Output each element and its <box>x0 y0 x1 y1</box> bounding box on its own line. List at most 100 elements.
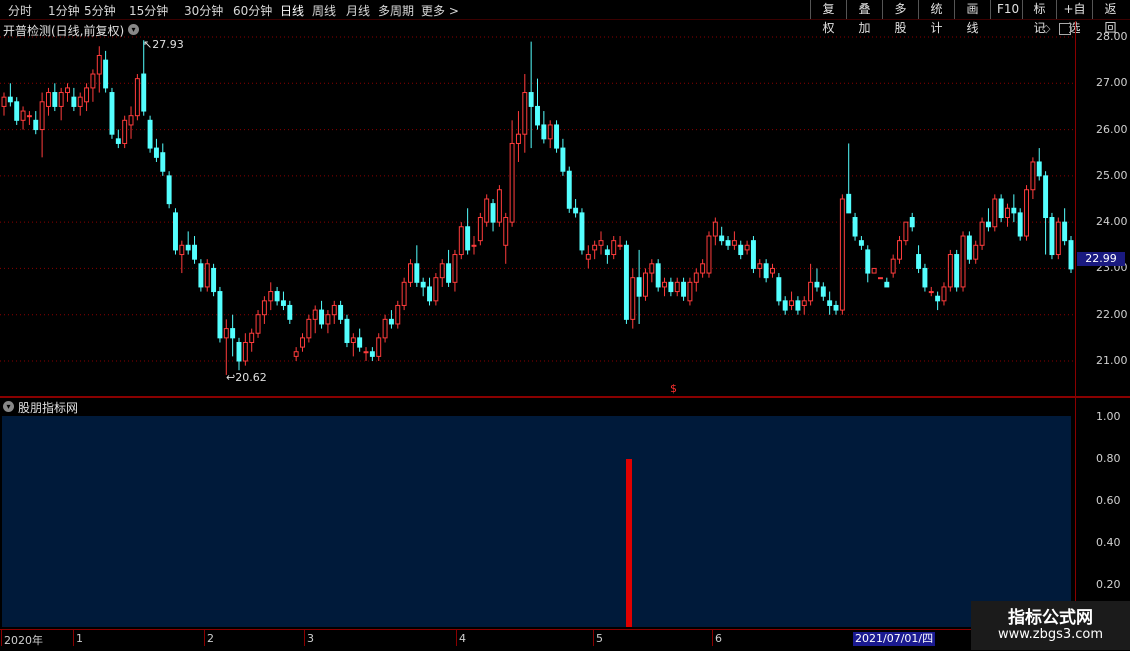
candle-body <box>1043 175 1049 219</box>
candle-body <box>408 263 413 283</box>
price-axis-label: 26.00 <box>1096 122 1128 136</box>
candle-body <box>814 281 820 288</box>
candle-body <box>439 263 445 279</box>
candle-body <box>839 198 845 311</box>
candle-body <box>611 240 617 256</box>
candle-body <box>71 96 77 107</box>
toolbar-button-1[interactable]: 叠加 <box>846 0 882 35</box>
candle-body <box>306 318 312 339</box>
candle-body <box>103 59 109 89</box>
signal-marker: $ <box>670 382 677 395</box>
period-tab-7[interactable]: 周线 <box>312 2 336 19</box>
indicator-options-chevron-icon[interactable]: ▾ <box>3 401 14 412</box>
candle-body <box>655 263 661 288</box>
toolbar-button-8[interactable]: 返回 <box>1092 0 1128 35</box>
period-tab-9[interactable]: 多周期 <box>378 2 414 19</box>
candle-body <box>941 286 947 302</box>
period-tab-1[interactable]: 1分钟 <box>48 2 80 19</box>
candle-body <box>573 207 579 214</box>
date-label: 2020年 <box>4 634 43 647</box>
date-tick <box>593 630 594 646</box>
period-tab-2[interactable]: 5分钟 <box>84 2 116 19</box>
candle-body <box>846 193 852 214</box>
cursor-date: 2021/07/01/四 <box>853 632 936 646</box>
indicator-axis-label: 0.80 <box>1096 452 1121 465</box>
candle-body <box>312 309 318 320</box>
toolbar-button-5[interactable]: F10 <box>990 0 1022 19</box>
candle-body <box>458 226 464 256</box>
period-tab-0[interactable]: 分时 <box>8 2 32 19</box>
indicator-title: 股朋指标网 <box>18 401 79 415</box>
period-tab-10[interactable]: 更多 > <box>421 2 459 19</box>
candle-body <box>979 221 985 246</box>
candle-body <box>528 92 534 107</box>
toolbar-button-3[interactable]: 统计 <box>918 0 954 35</box>
candle-body <box>344 318 350 343</box>
candle-body <box>230 328 236 339</box>
candle-body <box>319 309 325 325</box>
candle-body <box>1017 212 1023 237</box>
candle-body <box>973 244 979 260</box>
candle-body <box>827 300 833 306</box>
indicator-panel <box>2 416 1071 627</box>
toolbar-button-6[interactable]: 标记 <box>1022 0 1056 35</box>
candle-body <box>204 263 210 288</box>
candle-body <box>26 115 32 118</box>
candle-body <box>617 244 623 247</box>
date-label: 5 <box>596 632 603 645</box>
period-tab-6[interactable]: 日线 <box>280 2 304 19</box>
candle-body <box>693 272 699 283</box>
candle-body <box>236 341 242 362</box>
candle-body <box>198 263 204 288</box>
candle-body <box>1030 161 1036 191</box>
toolbar-button-2[interactable]: 多股 <box>882 0 918 35</box>
price-axis-label: 28.00 <box>1096 30 1128 43</box>
watermark-url: www.zbgs3.com <box>997 627 1104 642</box>
last-price-tag: 22.99 <box>1077 252 1125 266</box>
candle-body <box>446 263 452 283</box>
period-tab-3[interactable]: 15分钟 <box>129 2 168 19</box>
high-annotation-value: 27.93 <box>152 38 184 51</box>
candle-body <box>712 221 718 237</box>
candle-body <box>96 55 102 75</box>
candle-body <box>884 281 890 288</box>
panel-divider[interactable] <box>0 396 1130 398</box>
candle-body <box>1011 207 1017 214</box>
candle-body <box>877 277 883 280</box>
candle-body <box>928 291 934 294</box>
candle-body <box>795 300 801 311</box>
date-label: 1 <box>76 632 83 645</box>
candle-body <box>7 96 13 103</box>
candle-body <box>744 244 750 251</box>
toolbar-button-4[interactable]: 画线 <box>954 0 990 35</box>
candle-body <box>77 96 83 107</box>
candle-body <box>865 249 871 274</box>
candle-body <box>833 304 839 311</box>
toolbar-button-0[interactable]: 复权 <box>810 0 846 35</box>
indicator-signal-bar <box>626 459 632 627</box>
candle-body <box>484 198 490 223</box>
candle-body <box>338 304 344 320</box>
low-annotation-value: 20.62 <box>235 371 267 384</box>
candle-body <box>776 277 782 302</box>
candle-body <box>465 226 471 251</box>
candle-body <box>890 258 896 274</box>
toolbar-button-7[interactable]: +自选 <box>1056 0 1092 35</box>
period-tab-5[interactable]: 60分钟 <box>233 2 272 19</box>
candle-body <box>998 198 1004 219</box>
candle-body <box>515 133 521 144</box>
candle-body <box>1068 240 1074 270</box>
period-tab-8[interactable]: 月线 <box>346 2 370 19</box>
candle-body <box>662 281 667 288</box>
candle-body <box>14 101 20 121</box>
indicator-axis-label: 0.60 <box>1096 494 1121 507</box>
candle-body <box>897 240 902 260</box>
period-tab-4[interactable]: 30分钟 <box>184 2 223 19</box>
candle-body <box>280 300 286 306</box>
candle-body <box>649 263 655 274</box>
toolbar: 分时 1分钟 5分钟 15分钟 30分钟 60分钟 日线 周线 月线 多周期 更多 > 复权 叠加 多股统… <box>0 0 1130 35</box>
price-axis-label: 22.00 <box>1096 307 1128 321</box>
candle-body <box>992 198 998 228</box>
candle-body <box>585 254 591 260</box>
candle-body <box>643 272 648 297</box>
